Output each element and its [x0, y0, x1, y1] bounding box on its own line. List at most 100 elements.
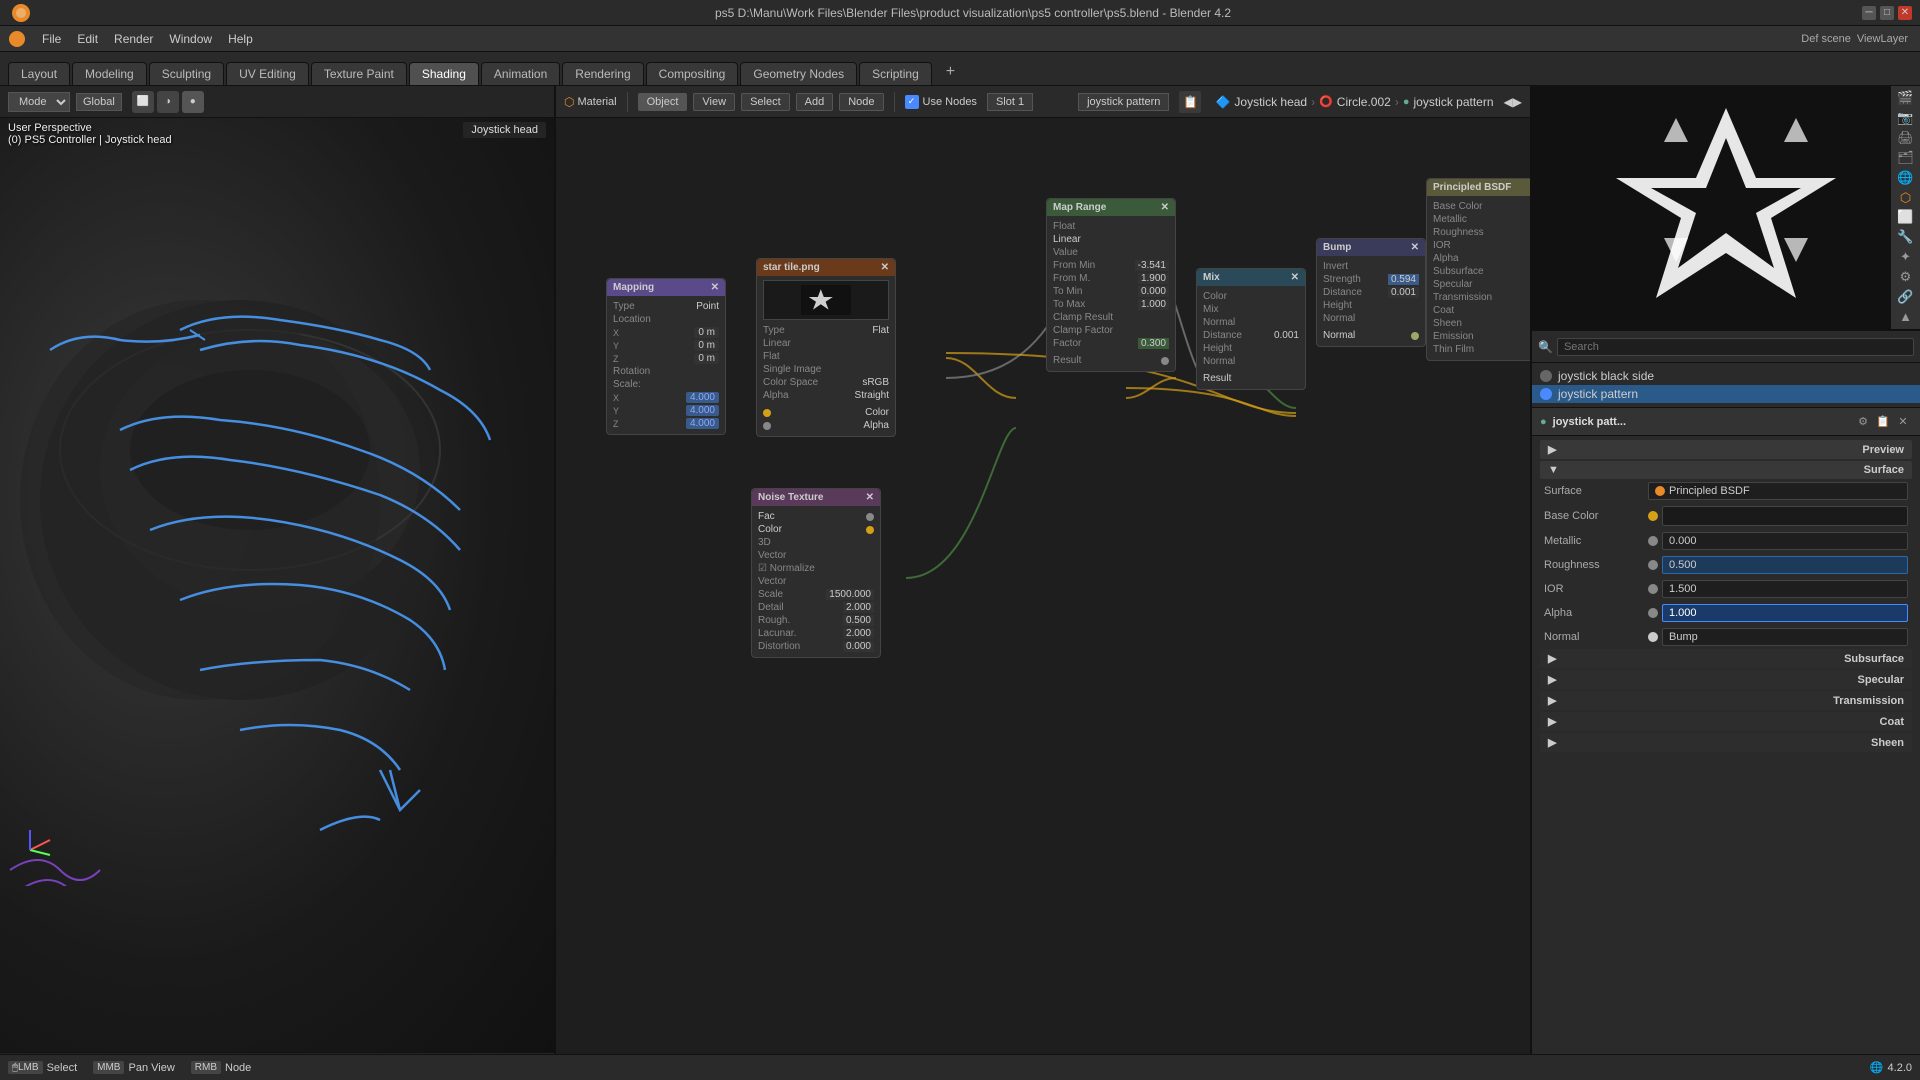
object-mode-button[interactable]: Object — [638, 93, 688, 111]
scene-props-icon[interactable]: 🌐 — [1894, 169, 1918, 186]
lmb-status: 🖱LMB Select — [8, 1061, 77, 1074]
maximize-button[interactable]: □ — [1880, 6, 1894, 20]
scene-icon[interactable]: 🎬 — [1894, 90, 1918, 107]
minimize-button[interactable]: ─ — [1862, 6, 1876, 20]
mat-item-pattern[interactable]: joystick pattern — [1532, 385, 1920, 403]
workspace-tabs: Layout Modeling Sculpting UV Editing Tex… — [0, 52, 1920, 86]
add-workspace-button[interactable]: + — [934, 59, 967, 85]
node-menu-button[interactable]: Node — [839, 93, 883, 111]
viewport-shading-material[interactable]: ◑ — [157, 91, 179, 113]
mapping-close-icon[interactable]: ✕ — [711, 282, 719, 293]
star-tile-node[interactable]: star tile.png ✕ TypeFlat Linear Flat Sin… — [756, 258, 896, 437]
tab-geometry-nodes[interactable]: Geometry Nodes — [740, 62, 857, 85]
base-color-label: Base Color — [1544, 510, 1644, 522]
view-layer-icon[interactable]: 🗂 — [1894, 149, 1918, 166]
properties-search-bar: 🔍 — [1532, 331, 1920, 363]
use-nodes-toggle[interactable]: ✓ Use Nodes — [905, 95, 977, 109]
tab-scripting[interactable]: Scripting — [859, 62, 932, 85]
constraints-icon[interactable]: 🔗 — [1894, 288, 1918, 305]
nav-arrows[interactable]: ◀▶ — [1504, 95, 1522, 109]
normal-value[interactable]: Bump — [1662, 628, 1908, 646]
noise-texture-node[interactable]: Noise Texture ✕ Fac Color 3D Vector ☑ No… — [751, 488, 881, 658]
principled-bsdf-node[interactable]: Principled BSDF ✕ Base Color Metallic Ro… — [1426, 178, 1530, 361]
viewport-shading-rendered[interactable]: ● — [182, 91, 204, 113]
viewport-global-button[interactable]: Global — [76, 93, 122, 111]
menu-window[interactable]: Window — [161, 26, 220, 52]
sheen-header[interactable]: ▶ Sheen — [1540, 733, 1912, 752]
subsurface-header[interactable]: ▶ Subsurface — [1540, 649, 1912, 668]
viewport-mode-select[interactable]: Mode — [8, 92, 70, 112]
transmission-header[interactable]: ▶ Transmission — [1540, 691, 1912, 710]
mat-copy-icon[interactable]: 📋 — [1874, 413, 1892, 431]
noise-texture-label: Noise Texture — [758, 492, 823, 503]
viewport-shading-solid[interactable]: ⬜ — [132, 91, 154, 113]
base-color-swatch[interactable] — [1662, 506, 1908, 526]
ior-control: 1.500 — [1648, 580, 1908, 598]
map-range-node[interactable]: Map Range ✕ Float Linear Value From Min-… — [1046, 198, 1176, 372]
tab-sculpting[interactable]: Sculpting — [149, 62, 224, 85]
main-area: Mode Global ⬜ ◑ ● — [0, 86, 1920, 1080]
slot-selector[interactable]: Slot 1 — [987, 93, 1033, 111]
mix-label: Mix — [1203, 272, 1220, 283]
metallic-value[interactable]: 0.000 — [1662, 532, 1908, 550]
tab-rendering[interactable]: Rendering — [562, 62, 643, 85]
tab-uv-editing[interactable]: UV Editing — [226, 62, 309, 85]
surface-value[interactable]: Principled BSDF — [1648, 482, 1908, 500]
render-icon[interactable]: 📷 — [1894, 110, 1918, 127]
tab-layout[interactable]: Layout — [8, 62, 70, 85]
tab-shading[interactable]: Shading — [409, 62, 479, 85]
node-view-icon[interactable]: 📋 — [1179, 91, 1201, 113]
view-button[interactable]: View — [693, 93, 735, 111]
particles-icon[interactable]: ✦ — [1894, 249, 1918, 266]
add-button[interactable]: Add — [796, 93, 834, 111]
mat-settings-icon[interactable]: ⚙ — [1854, 413, 1872, 431]
modifier-icon[interactable]: 🔧 — [1894, 229, 1918, 246]
map-range-close-icon[interactable]: ✕ — [1161, 202, 1169, 213]
search-input[interactable] — [1557, 338, 1914, 356]
surface-header[interactable]: ▼ Surface — [1540, 461, 1912, 479]
select-button[interactable]: Select — [741, 93, 790, 111]
tab-animation[interactable]: Animation — [481, 62, 560, 85]
coat-arrow-icon: ▶ — [1548, 715, 1556, 728]
material-icon[interactable]: ⬡ — [1894, 189, 1918, 206]
star-tile-close-icon[interactable]: ✕ — [881, 262, 889, 273]
specular-header[interactable]: ▶ Specular — [1540, 670, 1912, 689]
blender-menu-logo[interactable] — [4, 26, 30, 52]
physics-icon[interactable]: ⚙ — [1894, 268, 1918, 285]
alpha-socket — [1648, 608, 1658, 618]
node-canvas[interactable]: Mapping ✕ TypePoint Location X0 m Y0 m Z… — [556, 118, 1530, 1080]
tab-texture-paint[interactable]: Texture Paint — [311, 62, 407, 85]
mix-node[interactable]: Mix ✕ Color Mix Normal Distance0.001 Hei… — [1196, 268, 1306, 390]
ior-value[interactable]: 1.500 — [1662, 580, 1908, 598]
breadcrumb-part3: joystick pattern — [1413, 95, 1493, 109]
mat-item-black-side[interactable]: joystick black side — [1532, 367, 1920, 385]
preview-header[interactable]: ▶ Preview — [1540, 440, 1912, 459]
tab-modeling[interactable]: Modeling — [72, 62, 147, 85]
menu-render[interactable]: Render — [106, 26, 161, 52]
tab-compositing[interactable]: Compositing — [646, 62, 739, 85]
menu-edit[interactable]: Edit — [69, 26, 106, 52]
object-props-icon[interactable]: ⬜ — [1894, 209, 1918, 226]
menu-file[interactable]: File — [34, 26, 69, 52]
bump-node[interactable]: Bump ✕ Invert Strength0.594 Distance0.00… — [1316, 238, 1426, 347]
close-button[interactable]: ✕ — [1898, 6, 1912, 20]
mix-close-icon[interactable]: ✕ — [1291, 272, 1299, 283]
roughness-value[interactable]: 0.500 — [1662, 556, 1908, 574]
coat-header[interactable]: ▶ Coat — [1540, 712, 1912, 731]
map-range-body: Float Linear Value From Min-3.541 From M… — [1047, 216, 1175, 371]
bump-close-icon[interactable]: ✕ — [1411, 242, 1419, 253]
alpha-value[interactable]: 1.000 — [1662, 604, 1908, 622]
sheen-label: Sheen — [1871, 737, 1904, 749]
output-icon[interactable]: 🖨 — [1894, 130, 1918, 147]
view-layer-label: ViewLayer — [1857, 33, 1908, 45]
mat-delete-icon[interactable]: ✕ — [1894, 413, 1912, 431]
material-dropdown[interactable]: joystick pattern — [1078, 93, 1169, 111]
menu-help[interactable]: Help — [220, 26, 261, 52]
editor-type-button[interactable]: ⬡ Material — [564, 95, 617, 109]
rmb-status: RMB Node — [191, 1061, 252, 1074]
sheen-arrow-icon: ▶ — [1548, 736, 1556, 749]
data-icon[interactable]: ▲ — [1894, 308, 1918, 325]
mapping-node[interactable]: Mapping ✕ TypePoint Location X0 m Y0 m Z… — [606, 278, 726, 435]
coat-section: ▶ Coat — [1540, 712, 1912, 731]
noise-close-icon[interactable]: ✕ — [866, 492, 874, 503]
